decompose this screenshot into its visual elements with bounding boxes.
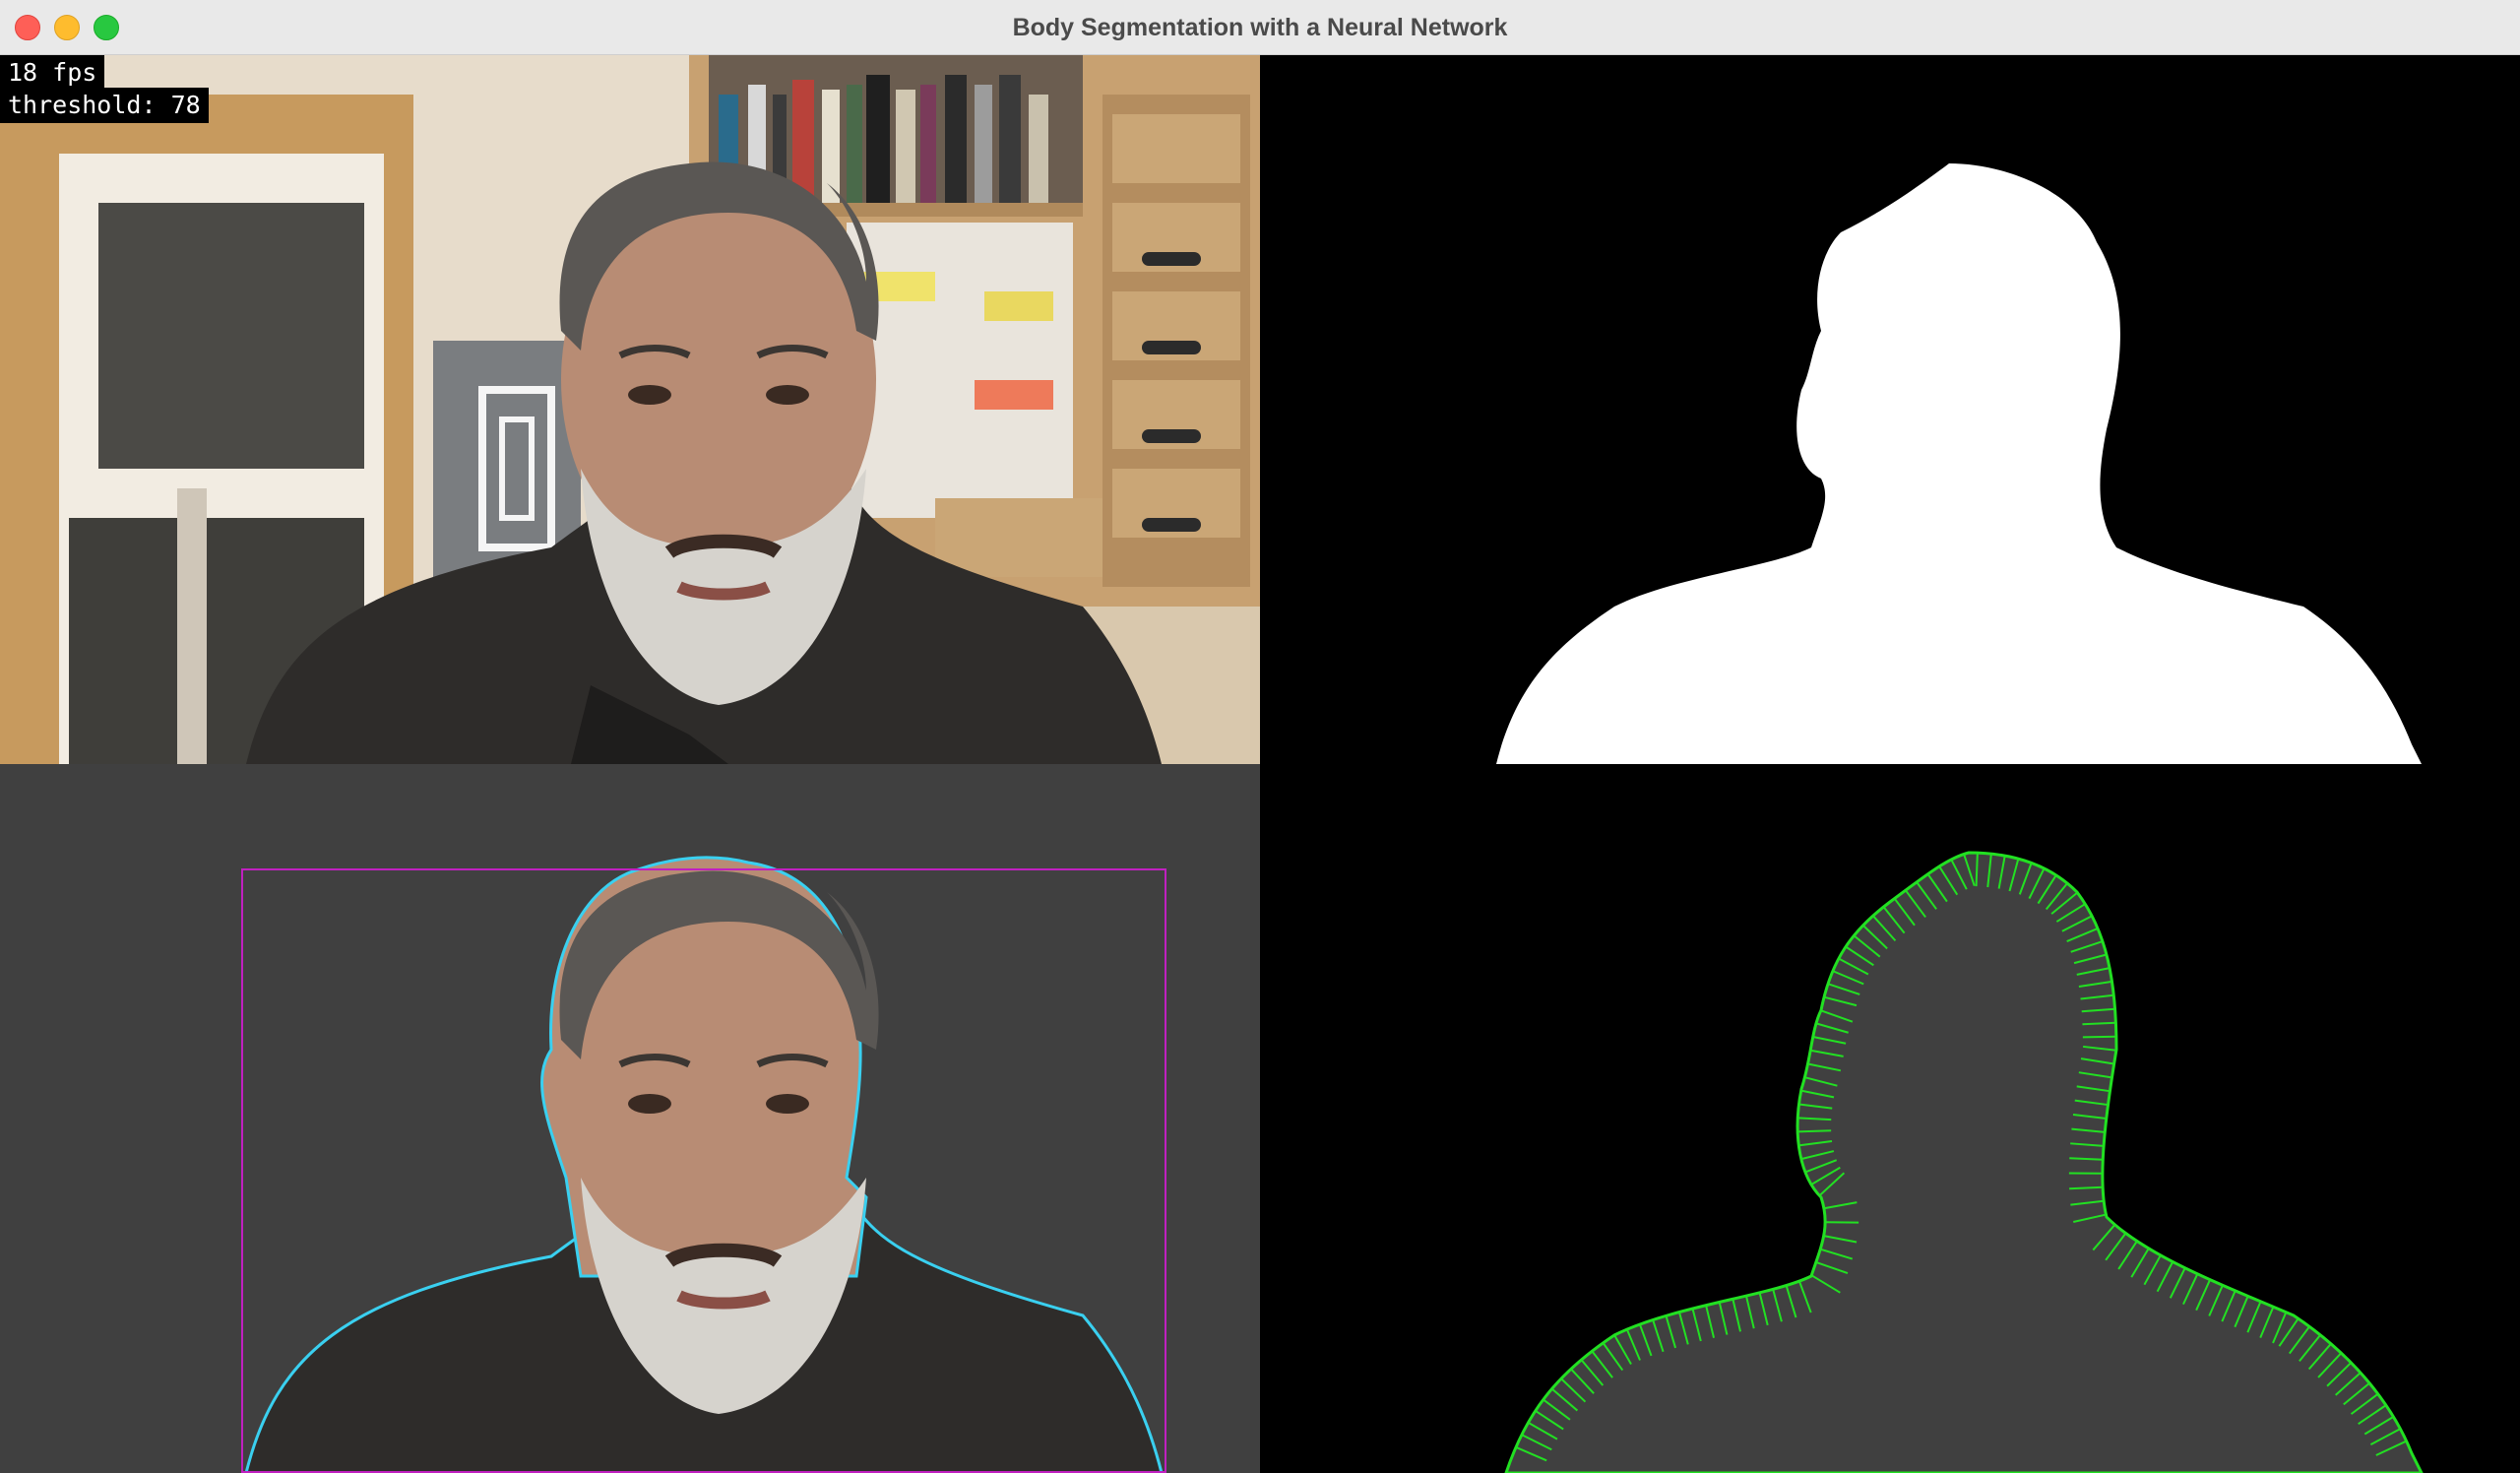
segmented-person-image	[241, 856, 1166, 1473]
segmentation-mask	[1496, 163, 2422, 764]
segmentation-mask-pane	[1260, 55, 2520, 764]
segmented-person-pane	[0, 764, 1260, 1473]
body-contour	[1504, 851, 2424, 1473]
contour-drawing	[1504, 851, 2424, 1473]
contour-pane	[1260, 764, 2520, 1473]
title-bar[interactable]: Body Segmentation with a Neural Network	[0, 0, 2520, 55]
fps-readout: 18 fps	[0, 55, 105, 91]
normal-tick	[2082, 1035, 2116, 1039]
normal-tick	[1797, 1129, 1832, 1133]
camera-image	[0, 55, 1260, 764]
camera-feed-pane	[0, 55, 1260, 764]
window-title: Body Segmentation with a Neural Network	[1012, 14, 1508, 41]
threshold-readout: threshold: 78	[0, 88, 209, 123]
app-window: Body Segmentation with a Neural Network	[0, 0, 2520, 1473]
normal-tick	[1975, 853, 1979, 887]
